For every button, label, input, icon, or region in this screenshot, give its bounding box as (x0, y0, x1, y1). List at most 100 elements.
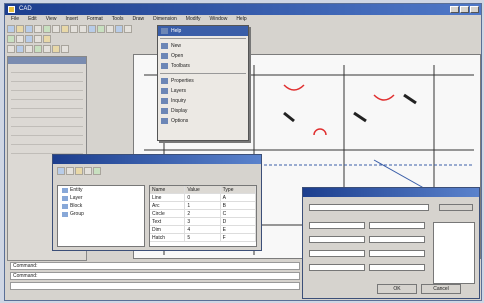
left-panel-row[interactable] (11, 65, 83, 73)
dropdown-menu: Help New Open Toolbars Properties Layers… (157, 25, 249, 141)
delete-icon[interactable] (84, 167, 92, 175)
zoom-window-icon[interactable] (106, 25, 114, 33)
tree-view[interactable]: Entity Layer Block Group (57, 185, 145, 247)
menu-draw[interactable]: Draw (132, 15, 144, 24)
menu-format[interactable]: Format (87, 15, 103, 24)
menu-item[interactable]: Toolbars (158, 61, 248, 71)
option-field[interactable] (309, 250, 365, 257)
new-icon (161, 43, 168, 49)
save-icon[interactable] (25, 25, 33, 33)
option-field[interactable] (309, 222, 365, 229)
line-icon[interactable] (7, 45, 15, 53)
properties-grid[interactable]: Name Value Type Line 0 A Arc 1 B Circle 2 C Te… (149, 185, 257, 247)
table-row[interactable]: Hatch 5 F (150, 234, 256, 242)
option-field[interactable] (309, 236, 365, 243)
left-panel-row[interactable] (11, 137, 83, 145)
menu-item[interactable]: Open (158, 51, 248, 61)
properties-icon (161, 78, 168, 84)
option-field[interactable] (369, 264, 425, 271)
ok-button[interactable]: OK (377, 284, 417, 294)
tree-item[interactable]: Entity (58, 186, 144, 194)
close-button[interactable] (470, 6, 479, 13)
menu-item[interactable]: Inquiry (158, 96, 248, 106)
left-panel-title (8, 57, 86, 64)
menu-file[interactable]: File (11, 15, 19, 24)
linetype-icon[interactable] (25, 35, 33, 43)
table-row[interactable]: Arc 1 B (150, 202, 256, 210)
left-panel-row[interactable] (11, 128, 83, 136)
name-input[interactable] (309, 204, 429, 211)
left-panel-row[interactable] (11, 92, 83, 100)
menu-modify[interactable]: Modify (186, 15, 201, 24)
menu-item[interactable]: Properties (158, 76, 248, 86)
table-row[interactable]: Dim 4 E (150, 226, 256, 234)
option-field[interactable] (369, 222, 425, 229)
polyline-icon[interactable] (16, 45, 24, 53)
open-folder-icon[interactable] (16, 25, 24, 33)
pan-icon[interactable] (88, 25, 96, 33)
table-row[interactable]: Text 3 D (150, 218, 256, 226)
left-panel-row[interactable] (11, 146, 83, 154)
menu-item[interactable]: Help (158, 26, 248, 36)
toolbars-icon (161, 63, 168, 69)
hatch-icon[interactable] (52, 45, 60, 53)
tree-item[interactable]: Block (58, 202, 144, 210)
menu-window[interactable]: Window (210, 15, 228, 24)
left-panel-row[interactable] (11, 110, 83, 118)
zoom-icon[interactable] (97, 25, 105, 33)
lineweight-icon[interactable] (34, 35, 42, 43)
menu-edit[interactable]: Edit (28, 15, 37, 24)
table-row[interactable]: Circle 2 C (150, 210, 256, 218)
maximize-button[interactable] (460, 6, 469, 13)
grid-header-cell[interactable]: Value (185, 186, 221, 193)
copy-icon[interactable] (52, 25, 60, 33)
browse-button[interactable] (439, 204, 473, 211)
menu-item[interactable]: Layers (158, 86, 248, 96)
undo-icon[interactable] (70, 25, 78, 33)
print-icon[interactable] (34, 25, 42, 33)
display-icon (161, 108, 168, 114)
command-area: Command: Command: (10, 262, 300, 294)
menu-help[interactable]: Help (236, 15, 246, 24)
back-icon[interactable] (57, 167, 65, 175)
paste-icon[interactable] (61, 25, 69, 33)
minimize-button[interactable] (450, 6, 459, 13)
tree-item[interactable]: Layer (58, 194, 144, 202)
forward-icon[interactable] (66, 167, 74, 175)
color-icon[interactable] (16, 35, 24, 43)
menu-dimension[interactable]: Dimension (153, 15, 177, 24)
rectangle-icon[interactable] (43, 45, 51, 53)
text-icon[interactable] (61, 45, 69, 53)
left-panel-row[interactable] (11, 83, 83, 91)
cut-icon[interactable] (43, 25, 51, 33)
style-icon[interactable] (43, 35, 51, 43)
grid-header-cell[interactable]: Type (221, 186, 256, 193)
menu-tools[interactable]: Tools (112, 15, 124, 24)
arc-icon[interactable] (34, 45, 42, 53)
redo-icon[interactable] (79, 25, 87, 33)
help-icon[interactable] (124, 25, 132, 33)
tree-item[interactable]: Group (58, 210, 144, 218)
grid-header-cell[interactable]: Name (150, 186, 186, 193)
left-panel-row[interactable] (11, 74, 83, 82)
properties-icon[interactable] (115, 25, 123, 33)
open-icon (161, 53, 168, 59)
option-field[interactable] (369, 236, 425, 243)
option-field[interactable] (309, 264, 365, 271)
table-row[interactable]: Line 0 A (150, 194, 256, 202)
menu-insert[interactable]: Insert (65, 15, 78, 24)
up-folder-icon[interactable] (75, 167, 83, 175)
menu-view[interactable]: View (46, 15, 57, 24)
menu-item[interactable]: Options (158, 116, 248, 126)
layer-icon[interactable] (7, 35, 15, 43)
menu-item[interactable]: New (158, 41, 248, 51)
new-file-icon[interactable] (7, 25, 15, 33)
option-field[interactable] (369, 250, 425, 257)
circle-icon[interactable] (25, 45, 33, 53)
menu-item[interactable]: Display (158, 106, 248, 116)
cancel-button[interactable]: Cancel (421, 284, 461, 294)
command-line[interactable] (10, 282, 300, 290)
view-icon[interactable] (93, 167, 101, 175)
left-panel-row[interactable] (11, 101, 83, 109)
left-panel-row[interactable] (11, 119, 83, 127)
